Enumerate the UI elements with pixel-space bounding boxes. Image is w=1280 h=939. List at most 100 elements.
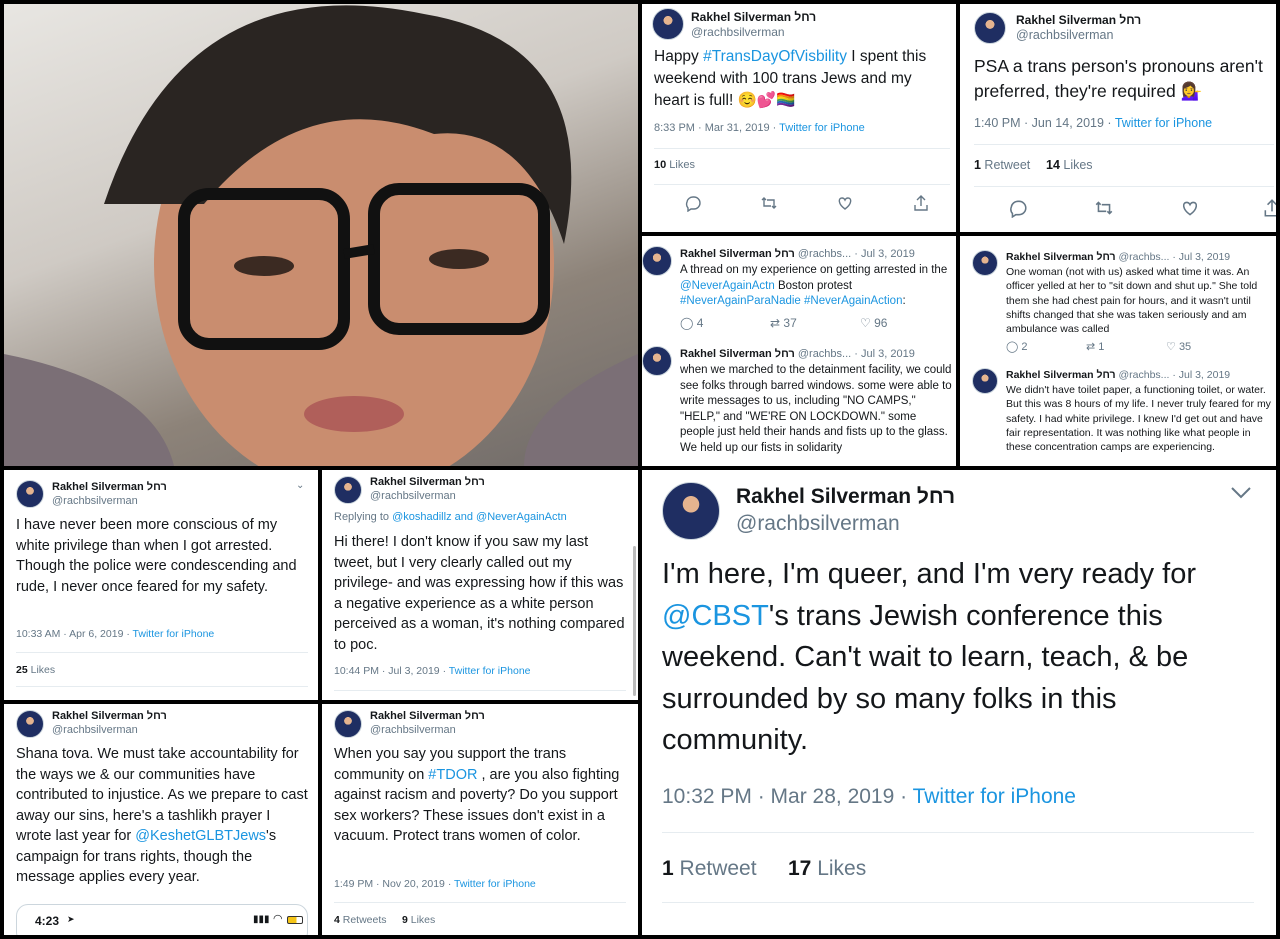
like-icon[interactable] bbox=[836, 194, 854, 212]
tweet-text: when we marched to the detainment facili… bbox=[680, 364, 952, 454]
timestamp[interactable]: 10:44 PM · Jul 3, 2019 · bbox=[334, 665, 449, 677]
share-icon[interactable] bbox=[1262, 198, 1276, 218]
avatar[interactable] bbox=[16, 480, 44, 508]
avatar[interactable] bbox=[334, 476, 362, 504]
mention-link[interactable]: @NeverAgainActn bbox=[680, 280, 775, 292]
tweet-card-cbst-conference[interactable]: Rakhel Silverman רחל @rachbsilverman I'm… bbox=[642, 470, 1276, 935]
mention-link[interactable]: @KeshetGLBTJews bbox=[135, 828, 266, 844]
reply-icon[interactable] bbox=[1008, 198, 1028, 218]
avatar[interactable] bbox=[974, 12, 1006, 44]
handle[interactable]: @rachbsilverman bbox=[370, 490, 456, 502]
like-action[interactable]: ♡ 35 bbox=[1166, 340, 1191, 353]
handle[interactable]: @rachbsilverman bbox=[736, 512, 900, 536]
retweet-count: 1 bbox=[1098, 341, 1105, 353]
source-link[interactable]: Twitter for iPhone bbox=[449, 665, 531, 677]
retweets-stat[interactable]: 1 Retweet bbox=[974, 158, 1030, 172]
likes-count: 14 bbox=[1046, 158, 1060, 172]
like-icon[interactable] bbox=[1180, 198, 1200, 218]
thread-card-arrest[interactable]: Rakhel Silverman רחל @rachbs... · Jul 3,… bbox=[642, 236, 956, 466]
replying-to-mentions[interactable]: @koshadillz and @NeverAgainActn bbox=[392, 511, 567, 523]
handle[interactable]: @rachbsilverman bbox=[52, 724, 138, 736]
timestamp[interactable]: 10:33 AM · Apr 6, 2019 · bbox=[16, 628, 133, 640]
display-name[interactable]: Rakhel Silverman רחל bbox=[691, 10, 816, 24]
handle[interactable]: @rachbsilverman bbox=[52, 495, 138, 507]
hashtag-link[interactable]: #TransDayOfVisbility bbox=[703, 48, 847, 65]
hashtag-links[interactable]: #NeverAgainParaNadie #NeverAgainAction bbox=[680, 295, 902, 307]
retweet-action[interactable]: ⇄ 37 bbox=[770, 316, 797, 330]
chevron-down-icon[interactable]: ⌄ bbox=[296, 480, 304, 491]
retweet-icon[interactable] bbox=[1094, 198, 1114, 218]
handle[interactable]: @rachbsilverman bbox=[370, 724, 456, 736]
retweet-icon[interactable] bbox=[760, 194, 778, 212]
retweet-action[interactable]: ⇄ 1 bbox=[1086, 340, 1104, 353]
display-name[interactable]: Rakhel Silverman רחל bbox=[370, 476, 485, 488]
signal-icon: ▮▮▮ bbox=[253, 914, 270, 925]
avatar[interactable] bbox=[972, 250, 998, 276]
likes-stat[interactable]: 17 Likes bbox=[788, 857, 866, 881]
embedded-phone-screenshot[interactable]: 4:23 ➤ ▮▮▮ ◠ bbox=[16, 904, 308, 935]
source-link[interactable]: Twitter for iPhone bbox=[1115, 116, 1212, 130]
tweet-card-tdor[interactable]: Rakhel Silverman רחל @rachbsilverman Whe… bbox=[322, 704, 638, 935]
avatar[interactable] bbox=[642, 346, 672, 376]
tweet-text-part: A thread on my experience on getting arr… bbox=[680, 264, 948, 276]
display-name[interactable]: Rakhel Silverman רחל bbox=[52, 481, 167, 493]
avatar[interactable] bbox=[16, 710, 44, 738]
source-link[interactable]: Twitter for iPhone bbox=[913, 785, 1076, 808]
likes-stat[interactable]: 25 Likes bbox=[16, 664, 55, 676]
display-name-text: Rakhel Silverman רחל bbox=[1006, 251, 1116, 263]
hashtag-link[interactable]: #TDOR bbox=[428, 767, 477, 783]
retweets-stat[interactable]: 1 Retweet bbox=[662, 857, 757, 881]
reply-count: 4 bbox=[696, 316, 704, 330]
selfie-illustration bbox=[4, 5, 638, 466]
avatar[interactable] bbox=[652, 8, 684, 40]
reply-action[interactable]: ◯ 4 bbox=[680, 316, 703, 330]
tweet-text: Happy #TransDayOfVisbility I spent this … bbox=[654, 46, 950, 112]
chevron-down-icon[interactable] bbox=[1230, 486, 1252, 500]
reply-icon[interactable] bbox=[684, 194, 702, 212]
handle[interactable]: @rachbsilverman bbox=[691, 25, 785, 39]
likes-label: Likes bbox=[407, 914, 436, 926]
timestamp[interactable]: 8:33 PM · Mar 31, 2019 · bbox=[654, 122, 779, 134]
source-link[interactable]: Twitter for iPhone bbox=[779, 122, 865, 134]
share-icon[interactable] bbox=[912, 194, 930, 212]
display-name[interactable]: Rakhel Silverman רחל bbox=[52, 710, 167, 722]
tweet-card-reply[interactable]: Rakhel Silverman רחל @rachbsilverman Rep… bbox=[322, 470, 638, 700]
avatar[interactable] bbox=[334, 710, 362, 738]
avatar[interactable] bbox=[642, 246, 672, 276]
avatar[interactable] bbox=[972, 368, 998, 394]
display-name[interactable]: Rakhel Silverman רחל bbox=[736, 485, 955, 509]
phone-clock: 4:23 bbox=[35, 914, 60, 928]
handle[interactable]: @rachbsilverman bbox=[1016, 28, 1113, 42]
retweets-stat[interactable]: 4 Retweets bbox=[334, 914, 387, 926]
divider bbox=[654, 184, 950, 185]
timestamp[interactable]: 1:40 PM · Jun 14, 2019 · bbox=[974, 116, 1115, 130]
avatar[interactable] bbox=[662, 482, 720, 540]
likes-stat[interactable]: 9 Likes bbox=[402, 914, 435, 926]
timestamp[interactable]: 1:49 PM · Nov 20, 2019 · bbox=[334, 878, 454, 890]
timestamp[interactable]: 10:32 PM · Mar 28, 2019 · bbox=[662, 785, 913, 808]
likes-stat[interactable]: 10 Likes bbox=[654, 159, 695, 171]
display-name[interactable]: Rakhel Silverman רחל bbox=[370, 710, 485, 722]
like-icon: ♡ bbox=[1166, 341, 1176, 353]
display-name[interactable]: Rakhel Silverman רחל bbox=[1016, 13, 1141, 27]
reply-action[interactable]: ◯ 2 bbox=[1006, 340, 1028, 353]
source-link[interactable]: Twitter for iPhone bbox=[454, 878, 536, 890]
tweet-card-trans-day-of-visibility[interactable]: Rakhel Silverman רחל @rachbsilverman Hap… bbox=[642, 4, 956, 232]
tweet-card-pronouns[interactable]: Rakhel Silverman רחל @rachbsilverman PSA… bbox=[960, 4, 1276, 232]
display-name-text: Rakhel Silverman רחל bbox=[1006, 369, 1116, 381]
likes-stat[interactable]: 14 Likes bbox=[1046, 158, 1093, 172]
tweet-card-white-privilege[interactable]: Rakhel Silverman רחל @rachbsilverman ⌄ I… bbox=[4, 470, 318, 700]
mention-link[interactable]: @CBST bbox=[662, 600, 769, 632]
display-name[interactable]: Rakhel Silverman רחל @rachbs... · Jul 3,… bbox=[680, 248, 915, 260]
like-action[interactable]: ♡ 96 bbox=[860, 316, 887, 330]
display-name[interactable]: Rakhel Silverman רחל @rachbs... · Jul 3,… bbox=[680, 348, 915, 360]
display-name[interactable]: Rakhel Silverman רחל @rachbs... · Jul 3,… bbox=[1006, 369, 1230, 381]
thread-card-detention[interactable]: Rakhel Silverman רחל @rachbs... · Jul 3,… bbox=[960, 236, 1276, 466]
source-link[interactable]: Twitter for iPhone bbox=[133, 628, 215, 640]
tweet-text-part: I'm here, I'm queer, and I'm very ready … bbox=[662, 558, 1196, 590]
tweet-date: · Jul 3, 2019 bbox=[1172, 369, 1231, 381]
tweet-card-shana-tova[interactable]: Rakhel Silverman רחל @rachbsilverman Sha… bbox=[4, 704, 318, 935]
tweet-date: · Jul 3, 2019 bbox=[1172, 251, 1231, 263]
scrollbar[interactable] bbox=[633, 546, 636, 696]
display-name[interactable]: Rakhel Silverman רחל @rachbs... · Jul 3,… bbox=[1006, 251, 1230, 263]
